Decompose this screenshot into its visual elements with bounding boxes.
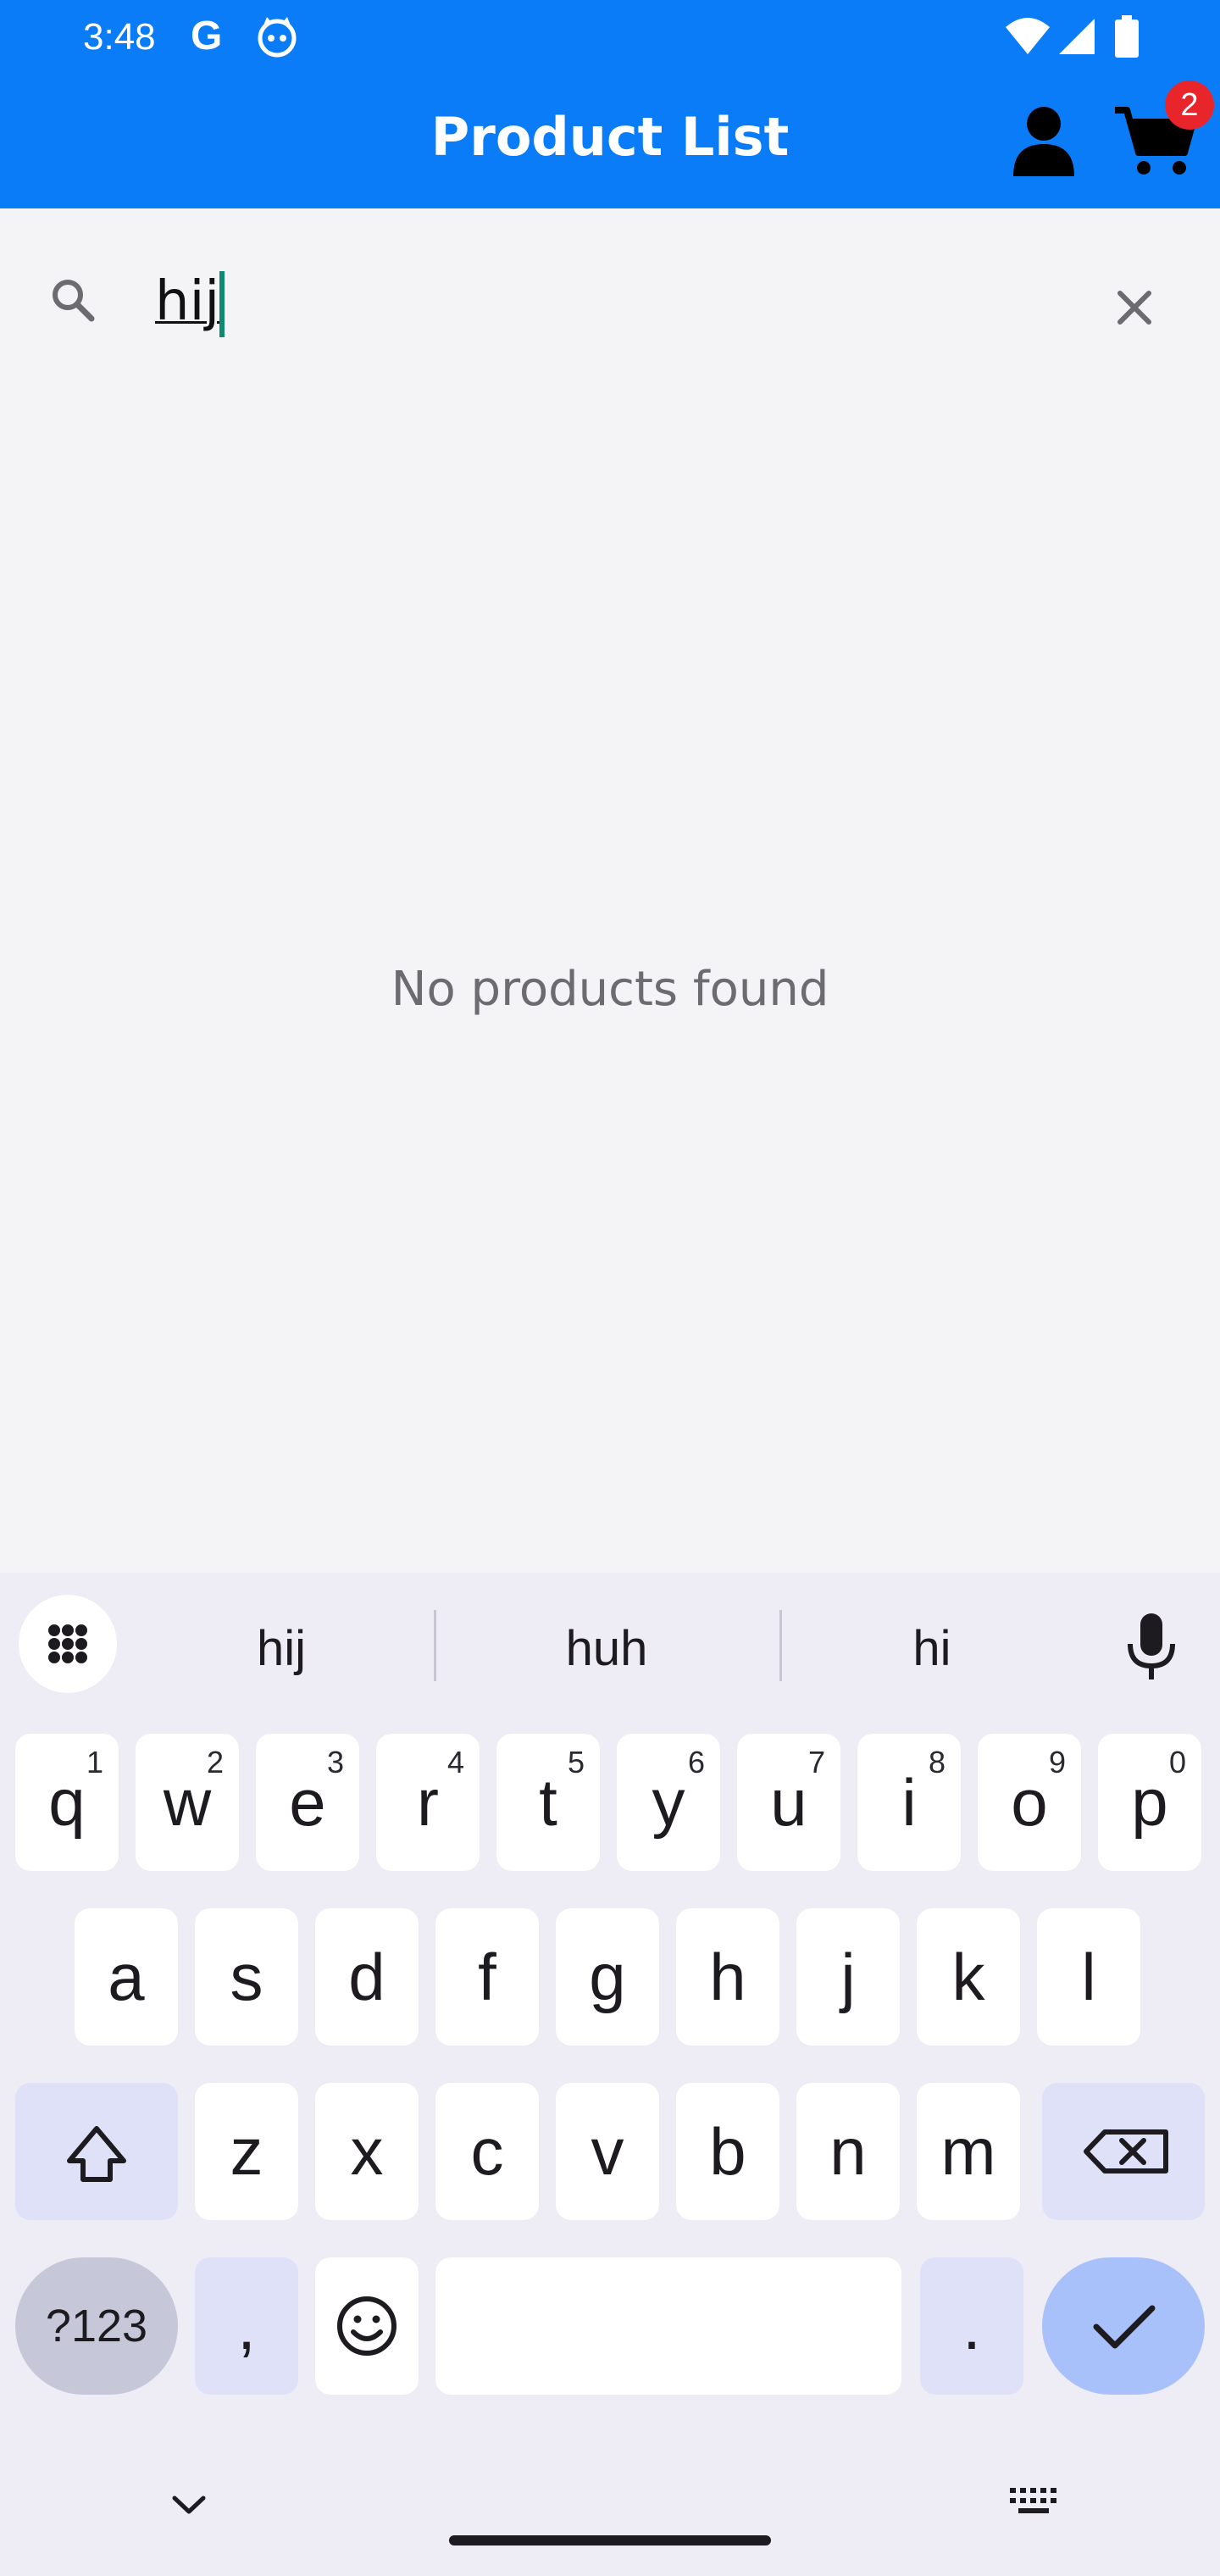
keyboard-switch-icon[interactable]	[1008, 2483, 1059, 2525]
key-z[interactable]: z	[195, 2083, 298, 2220]
backspace-key[interactable]	[1042, 2083, 1205, 2220]
search-input[interactable]: hij	[155, 261, 219, 342]
key-v[interactable]: v	[556, 2083, 659, 2220]
suggestion-1[interactable]: hij	[154, 1618, 408, 1679]
key-hint: 8	[928, 1745, 946, 1779]
wifi-icon	[1006, 18, 1050, 54]
period-key[interactable]: .	[920, 2257, 1023, 2395]
key-i[interactable]: i8	[857, 1734, 961, 1871]
key-label: i	[901, 1765, 917, 1840]
key-w[interactable]: w2	[136, 1734, 239, 1871]
emoji-icon	[337, 2296, 396, 2356]
key-e[interactable]: e3	[256, 1734, 359, 1871]
symbols-key[interactable]: ?123	[15, 2257, 178, 2395]
search-bar: hij	[0, 208, 1220, 395]
key-label: t	[539, 1765, 557, 1840]
key-d[interactable]: d	[315, 1908, 419, 2046]
key-j[interactable]: j	[796, 1908, 900, 2046]
key-a[interactable]: a	[75, 1908, 178, 2046]
keyboard-menu-button[interactable]	[19, 1595, 117, 1693]
battery-icon	[1115, 15, 1139, 58]
empty-state-message: No products found	[391, 962, 829, 1017]
key-hint: 3	[326, 1745, 344, 1779]
key-hint: 2	[206, 1745, 224, 1779]
key-hint: 5	[567, 1745, 585, 1779]
key-s[interactable]: s	[195, 1908, 298, 2046]
enter-key[interactable]	[1042, 2257, 1205, 2395]
key-t[interactable]: t5	[496, 1734, 600, 1871]
key-k[interactable]: k	[917, 1908, 1020, 2046]
key-label: q	[48, 1765, 86, 1840]
key-x[interactable]: x	[315, 2083, 419, 2220]
home-indicator[interactable]	[449, 2535, 771, 2545]
suggestion-2[interactable]: huh	[480, 1618, 734, 1679]
key-label: r	[417, 1765, 439, 1840]
key-label: o	[1011, 1765, 1048, 1840]
key-hint: 0	[1168, 1745, 1186, 1779]
key-g[interactable]: g	[556, 1908, 659, 2046]
search-icon	[53, 280, 95, 322]
suggestion-3[interactable]: hi	[805, 1618, 1059, 1679]
suggestion-divider	[779, 1610, 782, 1681]
app-bar: 3:48 G Product List 2	[0, 0, 1220, 208]
key-hint: 1	[86, 1745, 103, 1779]
on-screen-keyboard: hij huh hi q1 w2 e3 r4 t5 y6 u7 i8 o9 p0…	[0, 1573, 1220, 2576]
suggestion-divider	[434, 1610, 436, 1681]
profile-icon[interactable]	[1010, 105, 1078, 176]
key-r[interactable]: r4	[376, 1734, 480, 1871]
backspace-icon	[1084, 2129, 1168, 2174]
key-label: p	[1131, 1765, 1168, 1840]
key-h[interactable]: h	[676, 1908, 779, 2046]
key-y[interactable]: y6	[617, 1734, 720, 1871]
status-time: 3:48	[83, 16, 156, 58]
cart-badge: 2	[1165, 80, 1214, 130]
key-hint: 6	[687, 1745, 705, 1779]
clear-search-icon[interactable]	[1110, 283, 1159, 332]
microphone-icon[interactable]	[1125, 1612, 1178, 1681]
google-icon: G	[191, 14, 223, 58]
key-hint: 7	[807, 1745, 825, 1779]
key-b[interactable]: b	[676, 2083, 779, 2220]
key-n[interactable]: n	[796, 2083, 900, 2220]
signal-icon	[1059, 19, 1095, 54]
key-m[interactable]: m	[917, 2083, 1020, 2220]
app-notification-icon	[258, 17, 297, 58]
key-c[interactable]: c	[435, 2083, 539, 2220]
key-p[interactable]: p0	[1098, 1734, 1201, 1871]
key-hint: 9	[1048, 1745, 1066, 1779]
key-label: u	[770, 1765, 807, 1840]
key-label: e	[289, 1765, 326, 1840]
space-key[interactable]	[435, 2257, 901, 2395]
key-o[interactable]: o9	[978, 1734, 1081, 1871]
emoji-key[interactable]	[315, 2257, 419, 2395]
comma-key[interactable]: ,	[195, 2257, 298, 2395]
key-label: w	[163, 1765, 212, 1840]
apps-grid-icon	[48, 1624, 87, 1663]
text-caret	[219, 271, 225, 337]
shift-key[interactable]	[15, 2083, 178, 2220]
key-hint: 4	[446, 1745, 464, 1779]
key-label: y	[652, 1765, 685, 1840]
key-u[interactable]: u7	[737, 1734, 840, 1871]
checkmark-icon	[1093, 2305, 1156, 2349]
key-q[interactable]: q1	[15, 1734, 119, 1871]
hide-keyboard-icon[interactable]	[166, 2488, 212, 2522]
key-l[interactable]: l	[1037, 1908, 1140, 2046]
shift-icon	[67, 2126, 126, 2182]
key-f[interactable]: f	[435, 1908, 539, 2046]
